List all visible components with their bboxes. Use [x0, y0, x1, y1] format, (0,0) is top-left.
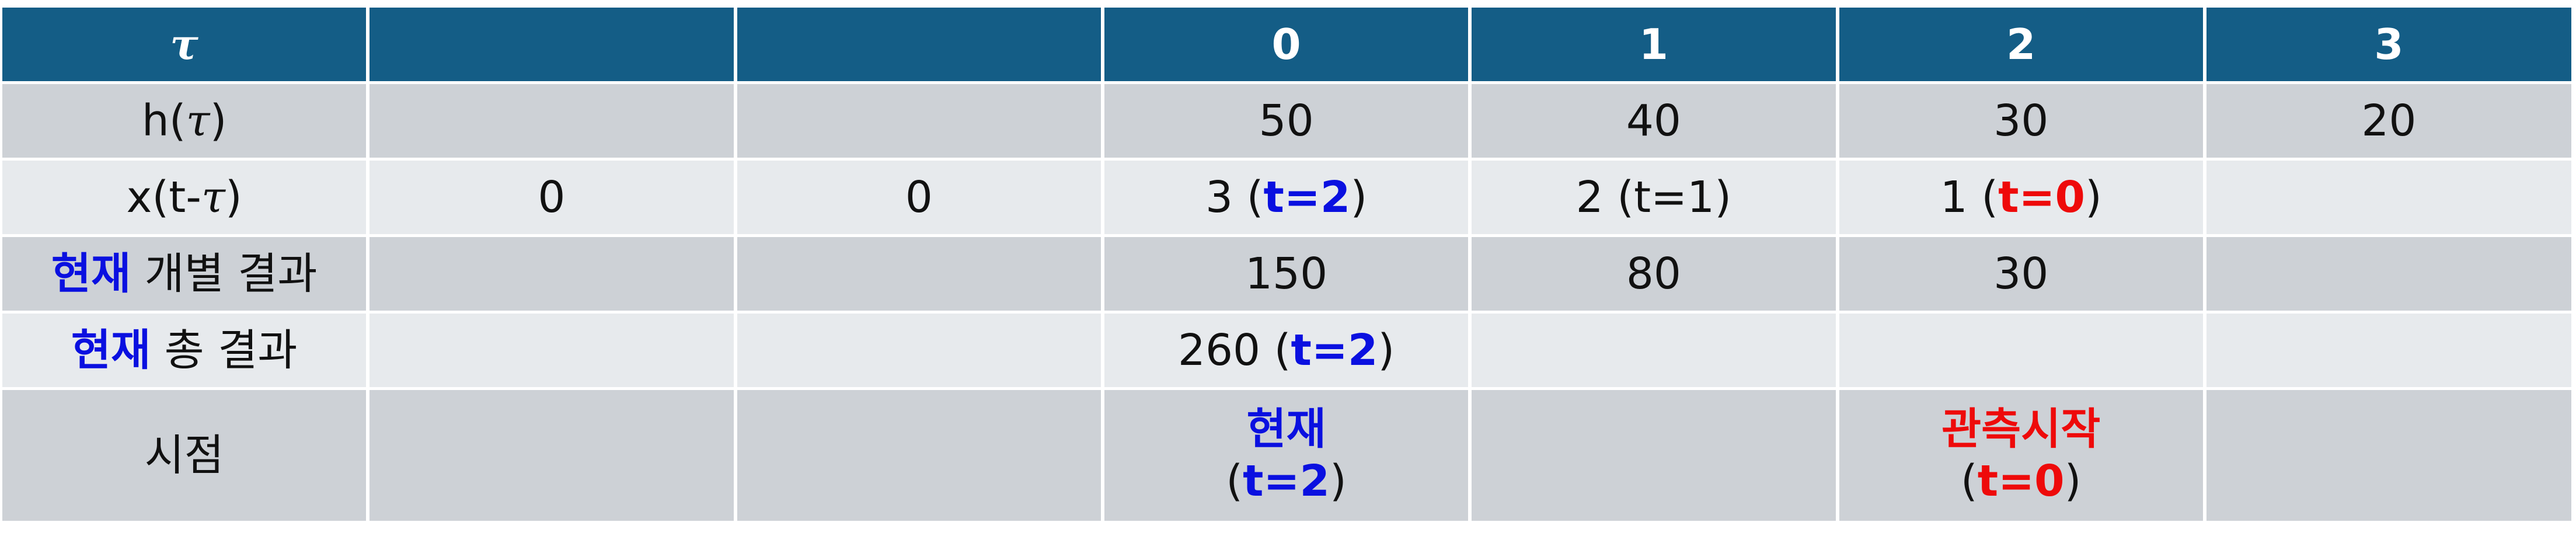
row-time-now-title: 현재 [1246, 404, 1326, 455]
row-h-value-0: 50 [1104, 84, 1469, 158]
row-total-empty-2 [737, 314, 1101, 387]
row-h-value-2: 30 [1839, 84, 2203, 158]
row-x-label: x(t-τ) [2, 161, 367, 234]
convolution-table: τ 0 1 2 3 h(τ) 50 40 30 20 x(t-τ) 0 0 3 … [0, 5, 2575, 524]
row-individual: 현재 개별 결과 150 80 30 [2, 237, 2571, 311]
row-individual-empty-2 [737, 237, 1101, 311]
header-row: τ 0 1 2 3 [2, 8, 2571, 81]
row-time-empty-4 [2206, 390, 2571, 521]
header-empty-1 [370, 8, 734, 81]
row-total-label: 현재 총 결과 [2, 314, 367, 387]
row-individual-value-1: 80 [1472, 237, 1836, 311]
row-total: 현재 총 결과 260 (t=2) [2, 314, 2571, 387]
row-time-now: 현재 (t=2) [1104, 390, 1469, 521]
row-x-cell-4: 2 (t=1) [1472, 161, 1836, 234]
row-time-start-time: (t=0) [1960, 456, 2082, 506]
row-total-empty-1 [370, 314, 734, 387]
row-individual-empty-1 [370, 237, 734, 311]
row-time-now-time: (t=2) [1226, 456, 1347, 506]
header-col-2: 2 [1839, 8, 2203, 81]
row-total-empty-4 [1839, 314, 2203, 387]
row-x: x(t-τ) 0 0 3 (t=2) 2 (t=1) 1 (t=0) [2, 161, 2571, 234]
header-col-3: 3 [2206, 8, 2571, 81]
row-time-start-title: 관측시작 [1941, 404, 2101, 455]
row-individual-value-0: 150 [1104, 237, 1469, 311]
row-time-empty-3 [1472, 390, 1836, 521]
row-time-label: 시점 [2, 390, 367, 521]
row-h-value-1: 40 [1472, 84, 1836, 158]
header-col-1: 1 [1472, 8, 1836, 81]
row-x-cell-3: 3 (t=2) [1104, 161, 1469, 234]
row-individual-label: 현재 개별 결과 [2, 237, 367, 311]
row-individual-empty-3 [2206, 237, 2571, 311]
header-empty-2 [737, 8, 1101, 81]
row-total-value: 260 (t=2) [1104, 314, 1469, 387]
header-tau: τ [2, 8, 367, 81]
row-x-cell-5: 1 (t=0) [1839, 161, 2203, 234]
row-time: 시점 현재 (t=2) 관측시작 (t=0) [2, 390, 2571, 521]
row-total-empty-3 [1472, 314, 1836, 387]
row-h: h(τ) 50 40 30 20 [2, 84, 2571, 158]
row-total-empty-5 [2206, 314, 2571, 387]
row-time-empty-2 [737, 390, 1101, 521]
row-x-cell-2: 0 [737, 161, 1101, 234]
row-x-cell-1: 0 [370, 161, 734, 234]
row-h-value-3: 20 [2206, 84, 2571, 158]
header-col-0: 0 [1104, 8, 1469, 81]
row-x-cell-6 [2206, 161, 2571, 234]
row-h-empty-1 [370, 84, 734, 158]
convolution-table-page: τ 0 1 2 3 h(τ) 50 40 30 20 x(t-τ) 0 0 3 … [0, 0, 2576, 550]
row-time-start: 관측시작 (t=0) [1839, 390, 2203, 521]
row-individual-value-2: 30 [1839, 237, 2203, 311]
row-h-empty-2 [737, 84, 1101, 158]
row-time-empty-1 [370, 390, 734, 521]
row-h-label: h(τ) [2, 84, 367, 158]
